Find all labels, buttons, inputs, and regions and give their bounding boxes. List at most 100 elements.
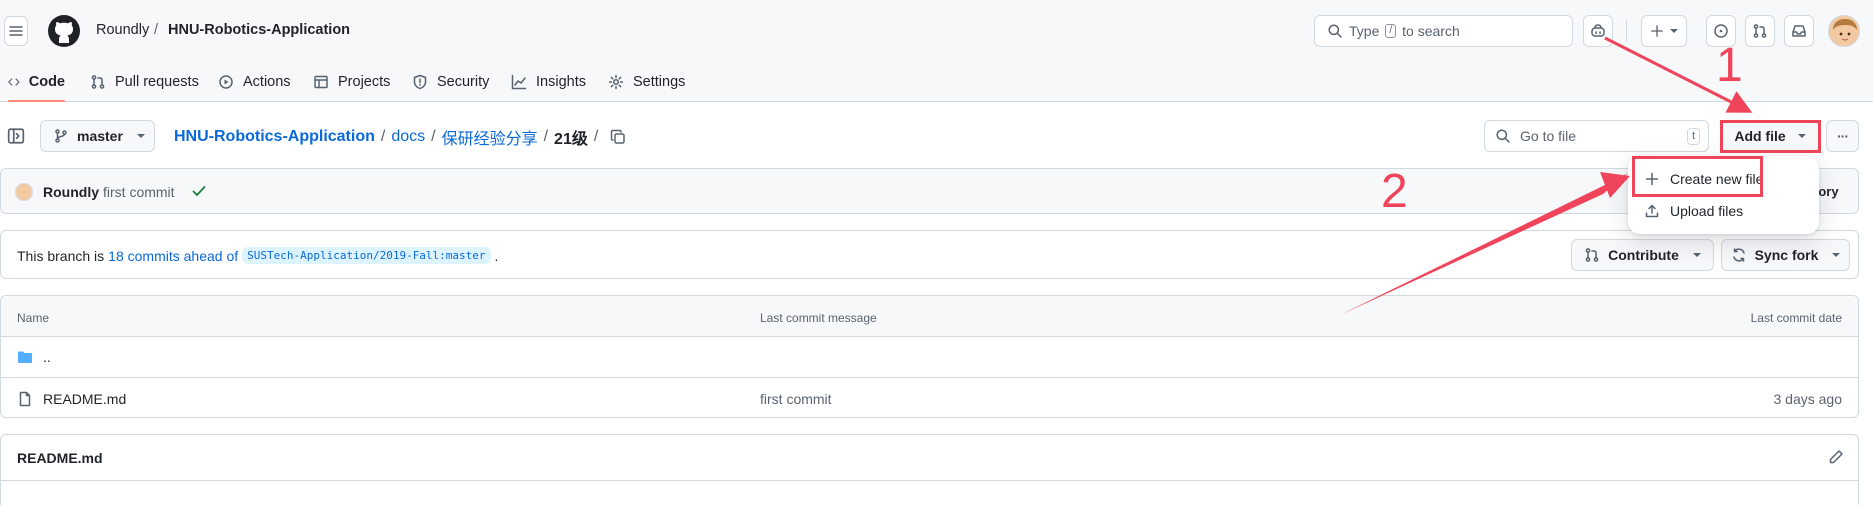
search-key-hint: /	[1385, 24, 1397, 38]
pencil-icon[interactable]	[1828, 449, 1844, 465]
file-icon	[19, 391, 31, 407]
contribute-label: Contribute	[1608, 247, 1679, 263]
tab-code[interactable]: Code	[8, 62, 65, 102]
tab-label: Code	[28, 74, 65, 90]
search-input[interactable]: Type / to search	[1314, 15, 1573, 47]
table-icon	[314, 75, 328, 89]
commit-message[interactable]: first commit	[103, 184, 175, 200]
tab-label: Settings	[633, 74, 686, 90]
sidebar-expand-icon	[7, 128, 25, 144]
tab-label: Actions	[243, 74, 291, 90]
annotation-step-1: 1	[1716, 39, 1743, 92]
breadcrumb-separator: /	[543, 128, 549, 145]
tab-projects[interactable]: Projects	[313, 62, 390, 102]
file-commit-date: 3 days ago	[1773, 391, 1843, 407]
parent-directory-link[interactable]: ..	[43, 349, 51, 365]
breadcrumb-docs[interactable]: docs	[391, 128, 425, 146]
caret-down-icon	[1670, 29, 1678, 33]
breadcrumb: HNU-Robotics-Application / docs / 保研经验分享…	[174, 125, 626, 149]
code-icon	[8, 78, 20, 86]
check-icon	[192, 186, 206, 197]
tab-settings[interactable]: Settings	[608, 62, 685, 102]
create-new-file-highlight-box	[1632, 156, 1763, 197]
pull-requests-button[interactable]	[1745, 15, 1775, 47]
breadcrumb-repo[interactable]: HNU-Robotics-Application	[174, 128, 375, 146]
git-pull-request-icon	[1585, 248, 1599, 262]
breadcrumb-current: 21级	[554, 131, 588, 148]
table-row[interactable]: README.md first commit 3 days ago	[1, 377, 1858, 417]
sync-fork-label: Sync fork	[1754, 247, 1819, 263]
inbox-button[interactable]	[1784, 15, 1814, 47]
breadcrumb-separator: /	[431, 128, 436, 145]
create-new-button[interactable]	[1641, 15, 1687, 47]
play-icon	[219, 75, 233, 89]
copilot-button[interactable]	[1583, 15, 1613, 47]
table-row[interactable]: ..	[1, 336, 1858, 377]
git-pull-request-icon	[1753, 24, 1767, 38]
shield-icon	[413, 74, 427, 90]
kebab-icon: ···	[1837, 128, 1849, 144]
avatar[interactable]	[1828, 15, 1860, 47]
repo-link[interactable]: HNU-Robotics-Application	[168, 22, 350, 38]
column-name: Name	[17, 311, 50, 325]
contribute-button[interactable]: Contribute	[1571, 239, 1714, 271]
search-suffix: to search	[1402, 23, 1460, 39]
avatar	[15, 183, 33, 201]
file-name-link[interactable]: README.md	[43, 391, 126, 407]
column-last-commit-message: Last commit message	[760, 311, 877, 325]
search-icon	[1328, 24, 1342, 38]
annotation-step-2: 2	[1381, 165, 1408, 218]
owner-link[interactable]: Roundly	[96, 22, 149, 38]
caret-down-icon	[136, 134, 145, 138]
graph-icon	[511, 74, 527, 90]
branch-name: master	[77, 128, 123, 144]
menu-button[interactable]	[4, 16, 28, 46]
readme-title[interactable]: README.md	[17, 450, 103, 466]
sync-icon	[1732, 248, 1745, 262]
copy-icon[interactable]	[610, 129, 626, 145]
tab-label: Insights	[536, 74, 586, 90]
commits-ahead-link[interactable]: 18 commits ahead of	[108, 248, 238, 264]
git-branch-icon	[55, 129, 67, 143]
search-icon	[1496, 129, 1510, 143]
upload-files-item[interactable]: Upload files	[1644, 203, 1743, 219]
more-options-button[interactable]: ···	[1826, 120, 1859, 152]
caret-down-icon	[1692, 253, 1701, 257]
branch-selector[interactable]: master	[40, 120, 155, 152]
tab-security[interactable]: Security	[412, 62, 489, 102]
upstream-branch[interactable]: SUSTech-Application/2019-Fall:master	[242, 247, 491, 264]
go-to-file-input[interactable]: Go to file t	[1484, 120, 1709, 152]
sync-fork-button[interactable]: Sync fork	[1721, 239, 1850, 271]
github-logo-icon[interactable]	[48, 15, 80, 47]
branch-info-box: This branch is 18 commits ahead of SUSTe…	[0, 230, 1859, 279]
breadcrumb-separator: /	[380, 128, 386, 145]
search-prefix: Type	[1349, 23, 1380, 39]
tab-label: Pull requests	[115, 74, 199, 90]
go-to-file-placeholder: Go to file	[1520, 128, 1577, 144]
latest-commit-box: Roundly first commit tory	[0, 168, 1859, 214]
commit-author[interactable]: Roundly	[43, 184, 99, 200]
file-commit-message[interactable]: first commit	[760, 391, 832, 407]
sidebar-toggle[interactable]	[7, 127, 25, 145]
breadcrumb-separator: /	[593, 128, 599, 145]
folder-icon	[18, 351, 32, 363]
upload-icon	[1645, 204, 1659, 218]
tab-insights[interactable]: Insights	[511, 62, 586, 102]
tab-pull-requests[interactable]: Pull requests	[90, 62, 199, 102]
copilot-icon	[1591, 24, 1605, 37]
readme-box: README.md	[0, 434, 1859, 505]
tab-label: Projects	[338, 74, 391, 90]
hamburger-icon	[9, 26, 23, 36]
path-separator: /	[154, 22, 159, 38]
repo-navigation: Code Pull requests Actions Projects Secu…	[0, 62, 1873, 102]
branch-info-suffix: .	[494, 247, 499, 264]
add-file-highlight-box	[1720, 120, 1821, 153]
tab-actions[interactable]: Actions	[218, 62, 291, 102]
readme-divider	[1, 480, 1858, 481]
issue-opened-icon	[1714, 24, 1728, 38]
go-to-file-key-hint: t	[1686, 127, 1700, 145]
upload-files-label: Upload files	[1670, 203, 1744, 219]
breadcrumb-folder[interactable]: 保研经验分享	[442, 125, 538, 149]
column-last-commit-date: Last commit date	[1750, 311, 1842, 325]
tab-label: Security	[437, 74, 490, 90]
